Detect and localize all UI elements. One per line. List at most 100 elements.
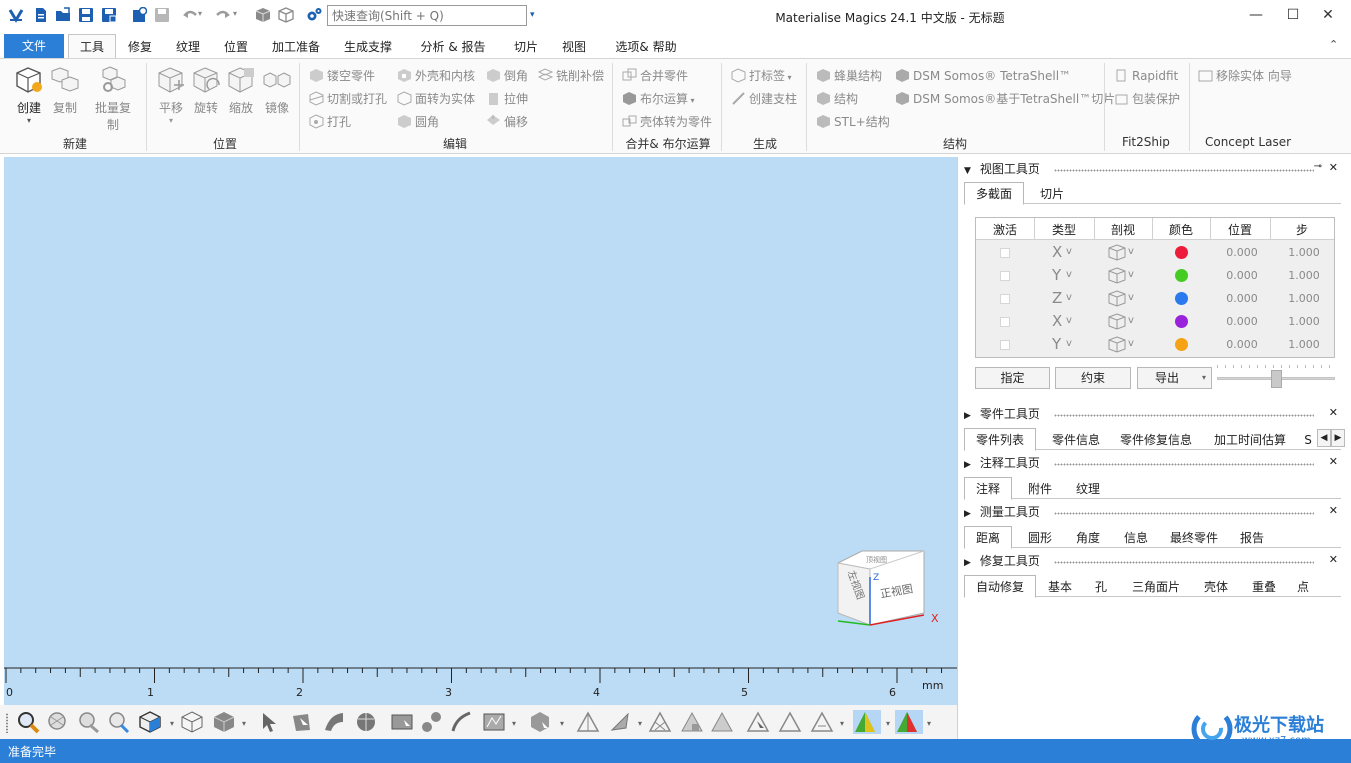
chevron-down-icon[interactable]: v xyxy=(1066,292,1072,303)
activate-checkbox[interactable] xyxy=(1000,271,1010,281)
chevron-down-icon[interactable]: v xyxy=(1128,246,1134,257)
cube-wire-icon[interactable] xyxy=(278,7,294,23)
select-curve-icon[interactable] xyxy=(450,710,474,734)
part-tools-header[interactable]: ▶ 零件工具页 ✕ xyxy=(964,405,1344,425)
section-cube-icon[interactable] xyxy=(1108,290,1126,307)
select-window-icon[interactable] xyxy=(390,710,414,734)
section-color-swatch[interactable] xyxy=(1175,292,1188,305)
honeycomb-button[interactable]: 蜂巢结构 xyxy=(816,67,882,85)
section-position[interactable]: 0.000 xyxy=(1212,246,1272,259)
stl-structure-button[interactable]: STL+结构 xyxy=(816,113,890,131)
tab-final-part[interactable]: 最终零件 xyxy=(1162,528,1226,548)
pin-icon[interactable]: ⊸ xyxy=(1314,161,1322,172)
expand-triangle-icon[interactable]: ▶ xyxy=(964,558,976,568)
rotate-button[interactable]: 旋转 xyxy=(188,65,224,116)
select-shell-icon[interactable] xyxy=(354,710,378,734)
dsm-tetrashell-slice-button[interactable]: DSM Somos®基于TetraShell™切片 xyxy=(895,90,1115,108)
copy-button[interactable]: 复制 xyxy=(47,65,83,116)
render-dropdown-icon[interactable]: ▾ xyxy=(242,719,246,728)
color-triangle-red-icon[interactable] xyxy=(895,710,923,734)
shaded-view-icon[interactable] xyxy=(180,710,204,734)
minimize-button[interactable]: — xyxy=(1241,4,1271,26)
axis-type[interactable]: X xyxy=(1052,312,1062,330)
select-connected-icon[interactable] xyxy=(420,710,444,734)
section-color-swatch[interactable] xyxy=(1175,315,1188,328)
export-button[interactable]: 导出 ▾ xyxy=(1137,367,1212,389)
quick-search-input[interactable] xyxy=(327,5,527,26)
section-cube-icon[interactable] xyxy=(1108,244,1126,261)
package-protection-button[interactable]: 包装保护 xyxy=(1114,90,1180,108)
tab-info[interactable]: 信息 xyxy=(1112,528,1160,548)
axis-type[interactable]: Y xyxy=(1052,335,1061,353)
unmark-plane-icon[interactable] xyxy=(680,710,704,734)
tab-overlap[interactable]: 重叠 xyxy=(1240,577,1288,597)
mill-compensation-button[interactable]: 铣削补偿 xyxy=(537,67,604,85)
create-dropdown-icon[interactable]: ▾ xyxy=(11,116,47,125)
section-step[interactable]: 1.000 xyxy=(1274,338,1334,351)
part-dropdown-icon[interactable]: ▾ xyxy=(560,719,564,728)
magics-logo-icon[interactable] xyxy=(8,7,24,23)
repair-tools-header[interactable]: ▶ 修复工具页 ✕ xyxy=(964,552,1344,572)
tab-circle[interactable]: 圆形 xyxy=(1016,528,1064,548)
activate-checkbox[interactable] xyxy=(1000,294,1010,304)
section-position[interactable]: 0.000 xyxy=(1212,338,1272,351)
section-position[interactable]: 0.000 xyxy=(1212,292,1272,305)
label-dropdown-icon[interactable]: ▾ xyxy=(785,73,792,82)
measure-tools-header[interactable]: ▶ 测量工具页 ✕ xyxy=(964,503,1344,523)
panel-close-icon[interactable]: ✕ xyxy=(1329,455,1338,468)
tab-scroll-right-icon[interactable]: ▶ xyxy=(1331,429,1345,447)
batch-copy-button[interactable]: 批量复制 xyxy=(90,65,136,133)
chevron-down-icon[interactable]: v xyxy=(1066,315,1072,326)
chevron-down-icon[interactable]: v xyxy=(1066,269,1072,280)
chevron-down-icon[interactable]: v xyxy=(1128,292,1134,303)
section-cube-icon[interactable] xyxy=(1108,336,1126,353)
view-cube-top-label[interactable]: 顶视图 xyxy=(866,555,887,565)
3d-viewport[interactable]: 0 1 2 3 4 5 6 mm 顶视图 左视图 正视图 Z X xyxy=(4,157,957,705)
section-cube-icon[interactable] xyxy=(1108,313,1126,330)
zoom-all-icon[interactable] xyxy=(46,710,70,734)
tab-scroll-left-icon[interactable]: ◀ xyxy=(1317,429,1331,447)
search-dropdown-icon[interactable]: ▾ xyxy=(530,10,535,20)
collapse-triangle-icon[interactable]: ▼ xyxy=(964,166,976,176)
rapidfit-button[interactable]: Rapidfit xyxy=(1114,67,1178,85)
face-to-solid-button[interactable]: 面转为实体 xyxy=(397,90,475,108)
view-tools-header[interactable]: ▼ 视图工具页 ⊸ ✕ xyxy=(964,160,1344,180)
tab-part-repair-info[interactable]: 零件修复信息 xyxy=(1114,430,1198,450)
activate-checkbox[interactable] xyxy=(1000,340,1010,350)
select-plane-icon[interactable] xyxy=(290,710,314,734)
select-region-icon[interactable] xyxy=(482,710,506,734)
tab-tools[interactable]: 工具 xyxy=(68,34,116,59)
axis-type[interactable]: Z xyxy=(1052,289,1062,307)
zoom-selected-icon[interactable] xyxy=(76,710,100,734)
chevron-down-icon[interactable]: v xyxy=(1066,246,1072,257)
unmark-triangle-icon[interactable] xyxy=(648,710,672,734)
mark-triangle-icon[interactable] xyxy=(576,710,600,734)
color-dropdown-icon[interactable]: ▾ xyxy=(886,719,890,728)
punch-button[interactable]: 打孔 xyxy=(309,113,351,131)
activate-checkbox[interactable] xyxy=(1000,317,1010,327)
constrain-button[interactable]: 约束 xyxy=(1055,367,1131,389)
boolean-button[interactable]: 布尔运算 ▾ xyxy=(622,90,695,108)
chevron-down-icon[interactable]: v xyxy=(1128,315,1134,326)
save-icon[interactable] xyxy=(78,7,94,23)
panel-close-icon[interactable]: ✕ xyxy=(1329,406,1338,419)
zoom-icon[interactable] xyxy=(16,710,40,734)
expand-triangle-icon[interactable]: ▶ xyxy=(964,509,976,519)
tab-file[interactable]: 文件 xyxy=(4,34,64,58)
redo-icon[interactable] xyxy=(215,7,231,23)
activate-checkbox[interactable] xyxy=(1000,248,1010,258)
chevron-down-icon[interactable]: v xyxy=(1066,338,1072,349)
save-as-icon[interactable] xyxy=(101,7,117,23)
tab-view[interactable]: 视图 xyxy=(554,36,594,58)
shell-core-button[interactable]: 外壳和内核 xyxy=(397,67,475,85)
tab-annotation[interactable]: 注释 xyxy=(964,477,1012,500)
tab-shell[interactable]: 壳体 xyxy=(1192,577,1240,597)
translate-dropdown-icon[interactable]: ▾ xyxy=(153,116,189,125)
unmark-all-icon[interactable] xyxy=(710,710,734,734)
tab-angle[interactable]: 角度 xyxy=(1064,528,1112,548)
tab-part-info[interactable]: 零件信息 xyxy=(1040,430,1112,450)
tab-distance[interactable]: 距离 xyxy=(964,526,1012,549)
section-step[interactable]: 1.000 xyxy=(1274,269,1334,282)
tab-build-time[interactable]: 加工时间估算 xyxy=(1208,430,1292,450)
chevron-down-icon[interactable]: v xyxy=(1128,338,1134,349)
